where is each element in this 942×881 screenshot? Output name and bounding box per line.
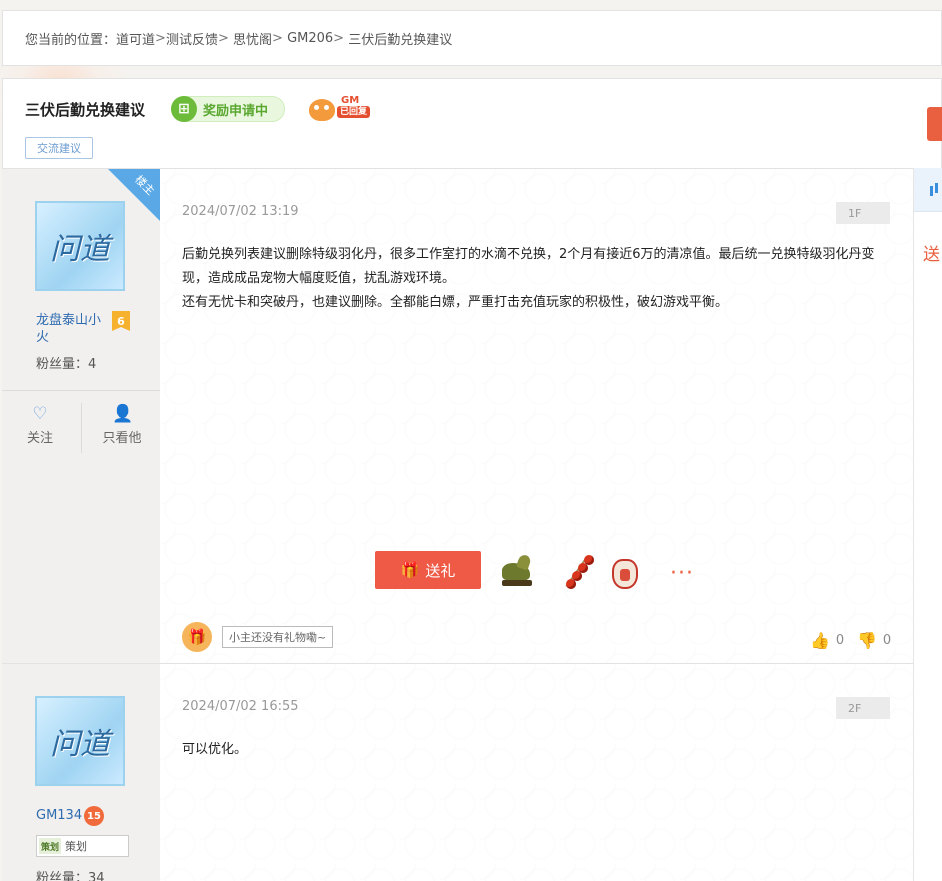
- breadcrumb-item-gm206[interactable]: GM206: [287, 31, 333, 46]
- gm-badge-label: GM: [341, 95, 360, 106]
- fans-count: 粉丝量：34: [36, 871, 105, 881]
- breadcrumb-separator: >: [333, 30, 345, 46]
- breadcrumb-separator: >: [155, 30, 166, 46]
- gift-horse-icon[interactable]: [498, 553, 536, 593]
- username[interactable]: 龙盘泰山小火: [36, 312, 110, 346]
- post-body-line: 还有无忧卡和突破丹，也建议删除。全都能白嫖，严重打击充值玩家的积极性，破幻游戏平…: [182, 295, 729, 310]
- post-body-line: 后勤兑换列表建议删除特级羽化丹，很多工作室打的水滴不兑换，2个月有接近6万的清凉…: [182, 247, 875, 286]
- thumbs-up-icon: 👍: [810, 631, 830, 650]
- breadcrumb-item-test-feedback[interactable]: 测试反馈: [166, 29, 218, 48]
- breadcrumb-item-daokedao[interactable]: 道可道: [116, 29, 155, 48]
- divider: [2, 390, 160, 391]
- author-panel: 问道 GM134 15 策划 策划 粉丝量：34: [2, 664, 160, 881]
- post-timestamp: 2024/07/02 16:55: [182, 699, 299, 714]
- role-icon: 策划: [39, 838, 61, 854]
- breadcrumb-separator: >: [272, 30, 283, 46]
- role-tag: 策划 策划: [36, 835, 129, 857]
- post-content-area: 2024/07/02 16:55 2F 可以优化。: [160, 664, 913, 881]
- no-gift-message: 小主还没有礼物嘞~: [222, 626, 334, 648]
- post-body: 可以优化。: [182, 742, 248, 757]
- gm-replied-label: 已回复: [337, 106, 371, 118]
- heart-icon: ♡: [32, 404, 48, 424]
- gm-replied-badge: GM 已回复: [307, 95, 381, 125]
- like-button[interactable]: 👍 0: [810, 631, 844, 650]
- breadcrumb-item-siyouge[interactable]: 思忧阁: [233, 29, 272, 48]
- gift-box-icon: 🎁: [182, 622, 212, 652]
- author-panel: 问道 楼主 龙盘泰山小火 6 粉丝量：4 ♡ 关注 👤 只看他: [2, 169, 160, 663]
- send-label[interactable]: 送: [923, 240, 940, 265]
- thread-header: 三伏后勤兑换建议 ⊞ 奖励申请中 GM 已回复 交流建议: [2, 78, 942, 168]
- more-gifts-button[interactable]: ···: [670, 561, 694, 586]
- breadcrumb-separator: >: [217, 30, 229, 46]
- post-floor-1: 问道 楼主 龙盘泰山小火 6 粉丝量：4 ♡ 关注 👤 只看他 2024/07/…: [2, 168, 913, 663]
- thread-title: 三伏后勤兑换建议: [25, 101, 146, 119]
- only-view-author-button[interactable]: 👤 只看他: [92, 405, 152, 446]
- divider: [81, 403, 82, 453]
- like-count: 0: [835, 633, 845, 648]
- role-label: 策划: [65, 840, 87, 853]
- level-badge: 15: [84, 806, 104, 826]
- reply-button-edge[interactable]: [927, 107, 942, 141]
- dislike-count: 0: [882, 633, 892, 648]
- username[interactable]: GM134: [36, 807, 82, 824]
- follow-label: 关注: [26, 431, 53, 446]
- owner-ribbon-label: 楼主: [132, 172, 158, 198]
- breadcrumb: 您当前的位置： 道可道 > 测试反馈 > 思忧阁 > GM206 > 三伏后勤兑换建议: [2, 10, 942, 66]
- send-gift-button[interactable]: 🎁 送礼: [375, 551, 481, 589]
- gift-lucky-bag-icon[interactable]: [606, 553, 644, 593]
- reward-status-label: 奖励申请中: [203, 103, 269, 119]
- gift-icon: ⊞: [171, 96, 197, 122]
- breadcrumb-item-current: 三伏后勤兑换建议: [348, 32, 453, 48]
- only-view-label: 只看他: [102, 431, 142, 446]
- fans-count: 粉丝量：4: [36, 357, 97, 372]
- breadcrumb-prefix: 您当前的位置：: [25, 32, 117, 48]
- post-floor-2: 问道 GM134 15 策划 策划 粉丝量：34 2024/07/02 16:5…: [2, 663, 913, 881]
- dislike-button[interactable]: 👎 0: [857, 631, 891, 650]
- mascot-icon: [309, 99, 335, 121]
- send-gift-label: 送礼: [425, 561, 456, 580]
- thumbs-down-icon: 👎: [857, 631, 877, 650]
- gift-icon: 🎁: [400, 561, 420, 579]
- post-content-area: 2024/07/02 13:19 1F 后勤兑换列表建议删除特级羽化丹，很多工作…: [160, 169, 913, 663]
- floor-number: 1F: [836, 202, 890, 224]
- level-badge: 6: [112, 311, 130, 331]
- gift-candied-haws-icon[interactable]: [558, 553, 596, 593]
- floor-number: 2F: [836, 697, 890, 719]
- avatar-glyph: 问道: [50, 232, 110, 267]
- avatar-glyph: 问道: [50, 727, 110, 762]
- follow-button[interactable]: ♡ 关注: [10, 405, 70, 446]
- post-timestamp: 2024/07/02 13:19: [182, 204, 299, 219]
- user-icon: 👤: [112, 404, 134, 424]
- stats-tab[interactable]: [914, 168, 942, 212]
- right-sidebar: 送: [913, 168, 942, 881]
- post-body: 后勤兑换列表建议删除特级羽化丹，很多工作室打的水滴不兑换，2个月有接近6万的清凉…: [182, 243, 893, 315]
- avatar[interactable]: 问道: [35, 696, 125, 786]
- owner-ribbon: 楼主: [108, 169, 160, 221]
- category-tag[interactable]: 交流建议: [25, 137, 93, 159]
- reward-status-badge: ⊞ 奖励申请中: [171, 96, 285, 122]
